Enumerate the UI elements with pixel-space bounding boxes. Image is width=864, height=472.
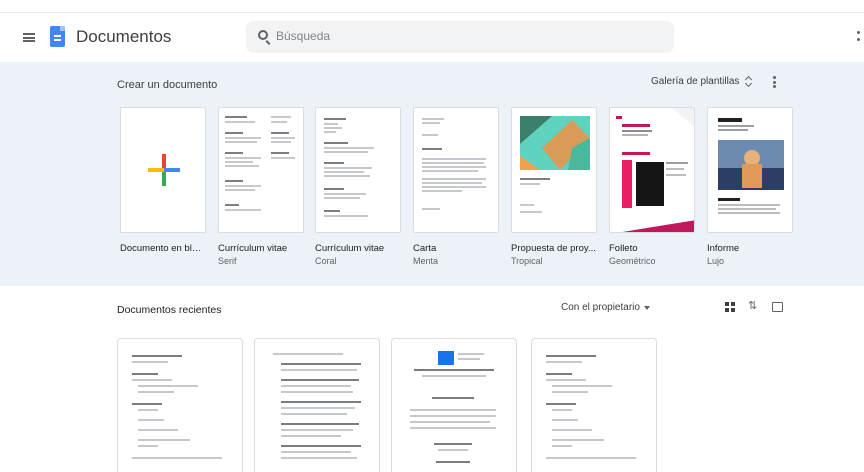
more-options-icon[interactable]: [773, 76, 776, 88]
search-icon[interactable]: [258, 30, 268, 40]
template-name: Folleto: [609, 243, 638, 254]
docs-logo-icon[interactable]: [50, 26, 65, 47]
template-thumbnail[interactable]: [120, 107, 206, 233]
main-menu-icon[interactable]: [23, 33, 35, 42]
tropical-art-image: [520, 116, 590, 170]
sort-az-icon[interactable]: ⇅: [748, 300, 760, 313]
geometric-art-image: [616, 108, 694, 232]
document-preview: [124, 343, 236, 472]
template-resume-serif[interactable]: Currículum vitae Serif: [218, 107, 304, 266]
template-subtitle: Serif: [218, 256, 237, 266]
grid-view-icon[interactable]: [725, 302, 735, 312]
template-name: Propuesta de proy...: [511, 243, 596, 254]
template-thumbnail[interactable]: [413, 107, 499, 233]
owner-filter-label: Con el propietario: [561, 302, 640, 313]
document-preview: [398, 343, 510, 472]
template-subtitle: Menta: [413, 256, 439, 266]
template-thumbnail[interactable]: [218, 107, 304, 233]
recent-document-card[interactable]: [117, 338, 243, 472]
folder-icon[interactable]: [772, 302, 783, 312]
template-brochure-geometric[interactable]: Folleto Geométrico: [609, 107, 695, 266]
recent-document-card[interactable]: [391, 338, 517, 472]
template-thumbnail[interactable]: [511, 107, 597, 233]
template-subtitle: Coral: [315, 256, 337, 266]
search-input[interactable]: [276, 29, 656, 43]
unfold-icon: [745, 76, 752, 87]
template-name: Documento en blan...: [120, 243, 206, 254]
search-bar[interactable]: [246, 21, 674, 53]
template-thumbnail[interactable]: [315, 107, 401, 233]
template-thumbnail[interactable]: [609, 107, 695, 233]
recent-document-card[interactable]: [254, 338, 380, 472]
template-name: Currículum vitae: [218, 243, 288, 254]
recent-documents-label: Documentos recientes: [117, 304, 222, 316]
report-cover-image: [718, 118, 784, 214]
top-bar: Documentos: [0, 12, 864, 62]
template-name: Carta: [413, 243, 437, 254]
chevron-down-icon: [643, 305, 650, 310]
template-proposal-tropical[interactable]: Propuesta de proy... Tropical: [511, 107, 597, 266]
template-thumbnail[interactable]: [707, 107, 793, 233]
owner-filter-dropdown[interactable]: Con el propietario: [561, 302, 650, 313]
template-gallery-label: Galería de plantillas: [651, 76, 740, 87]
template-report-luxe[interactable]: Informe Lujo: [707, 107, 793, 266]
template-subtitle: Tropical: [511, 256, 543, 266]
template-gallery-button[interactable]: Galería de plantillas: [651, 76, 752, 87]
template-letter-mint[interactable]: Carta Menta: [413, 107, 499, 266]
app-title[interactable]: Documentos: [76, 27, 171, 47]
recent-document-card[interactable]: [531, 338, 657, 472]
template-name: Informe: [707, 243, 740, 254]
template-blank[interactable]: Documento en blan...: [120, 107, 206, 256]
document-preview: [261, 343, 373, 472]
institution-logo-icon: [438, 351, 454, 365]
google-apps-icon[interactable]: [857, 31, 864, 43]
template-subtitle: Geométrico: [609, 256, 656, 266]
create-document-label: Crear un documento: [117, 79, 218, 91]
document-preview: [538, 343, 650, 472]
template-name: Currículum vitae: [315, 243, 385, 254]
template-gallery-section: Crear un documento Galería de plantillas…: [0, 62, 864, 286]
template-subtitle: Lujo: [707, 256, 725, 266]
template-resume-coral[interactable]: Currículum vitae Coral: [315, 107, 401, 266]
plus-icon: [148, 154, 180, 186]
